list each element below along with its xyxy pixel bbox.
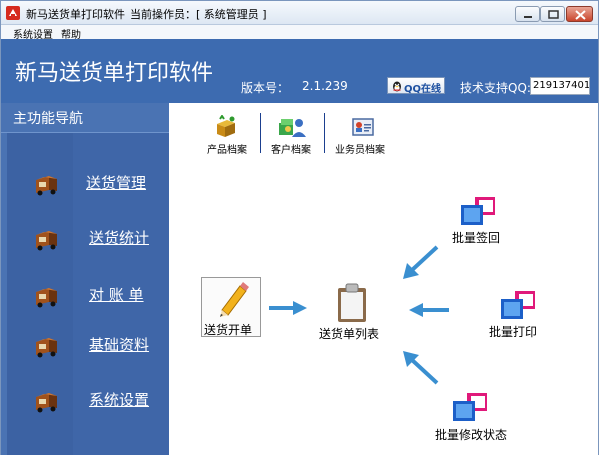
- nav-item-statement[interactable]: 对 账 单: [7, 276, 169, 312]
- pencil-icon: [220, 282, 249, 317]
- qq-penguin-icon: [393, 81, 401, 92]
- delivery-truck-icon: [36, 338, 57, 358]
- toolbar-salesperson-archive[interactable]: 业务员档案: [335, 113, 389, 157]
- batch-status-button[interactable]: 批量修改状态: [433, 393, 513, 445]
- nav-label-delivery-management: 送货管理: [86, 174, 147, 192]
- minimize-icon: [524, 16, 532, 18]
- toolbar-product-archive[interactable]: 产品档案: [205, 113, 249, 157]
- toolbar-separator: [324, 113, 325, 153]
- current-operator: 当前操作员：[ 系统管理员 ]: [130, 8, 267, 21]
- screens-icon: [501, 291, 535, 319]
- product-archive-icon: [217, 115, 235, 137]
- delivery-list-label: 送货单列表: [319, 327, 380, 341]
- toolbar-label-customer-archive: 客户档案: [271, 145, 311, 156]
- window-title: 新马送货单打印软件: [26, 8, 125, 21]
- toolbar-label-salesperson-archive: 业务员档案: [335, 145, 385, 156]
- batch-sign-label: 批量签回: [452, 231, 501, 245]
- version-value: 2.1.239: [302, 79, 348, 93]
- maximize-button[interactable]: [540, 6, 565, 22]
- sidebar-title: 主功能导航: [1, 103, 169, 133]
- screens-icon: [461, 197, 495, 225]
- batch-print-button[interactable]: 批量打印: [489, 291, 545, 341]
- batch-sign-button[interactable]: 批量签回: [452, 197, 508, 247]
- qq-online-label: QQ在线: [404, 84, 442, 95]
- title-bar[interactable]: 新马送货单打印软件 当前操作员：[ 系统管理员 ]: [1, 1, 598, 25]
- nav-item-delivery-management[interactable]: 送货管理: [7, 164, 169, 200]
- app-logo-icon: [6, 6, 20, 20]
- app-heading: 新马送货单打印软件: [15, 61, 214, 86]
- arrow-left-icon: [409, 303, 449, 317]
- create-delivery-label: 送货开单: [204, 323, 253, 337]
- maximize-icon: [548, 10, 559, 19]
- header-banner: 新马送货单打印软件 版本号： 2.1.239 QQ在线 技术支持QQ: 2191…: [1, 39, 598, 103]
- support-qq-label: 技术支持QQ:: [460, 81, 531, 95]
- customer-archive-icon: [279, 119, 306, 137]
- app-window: 新马送货单打印软件 当前操作员：[ 系统管理员 ] 系统设置 帮助 新马送货单打…: [0, 0, 599, 455]
- arrow-down-left-icon: [403, 245, 439, 279]
- sidebar-title-text: 主功能导航: [13, 111, 83, 127]
- minimize-button[interactable]: [515, 6, 540, 22]
- sidebar-panel: 送货管理 送货统计 对 账 单 基础资料 系统设置: [7, 133, 169, 455]
- nav-label-statement: 对 账 单: [89, 286, 144, 304]
- nav-item-basic-data[interactable]: 基础资料: [7, 326, 169, 362]
- screens-icon: [453, 393, 487, 421]
- close-button[interactable]: [566, 6, 593, 22]
- nav-label-basic-data: 基础资料: [89, 336, 150, 354]
- main-navigation-sidebar: 主功能导航 送货管理 送货统计 对 账 单 基础资料 系统设置: [1, 103, 169, 455]
- delivery-truck-icon: [36, 393, 57, 413]
- nav-label-delivery-statistics: 送货统计: [89, 229, 150, 247]
- delivery-truck-icon: [36, 231, 57, 251]
- version-label: 版本号：: [241, 81, 290, 95]
- menu-bar: 系统设置 帮助: [1, 25, 598, 41]
- delivery-list-button[interactable]: 送货单列表: [317, 283, 387, 343]
- nav-label-system-settings: 系统设置: [89, 391, 150, 409]
- batch-status-label: 批量修改状态: [435, 428, 508, 442]
- arrow-right-icon: [269, 301, 307, 315]
- toolbar-customer-archive[interactable]: 客户档案: [269, 113, 315, 157]
- main-workspace: 产品档案 客户档案 业务员档案 送货开单 送货单列表 批量签回 批量打印 批量修…: [169, 103, 598, 455]
- create-delivery-button[interactable]: 送货开单: [201, 277, 261, 337]
- arrow-up-left-icon: [403, 351, 439, 385]
- toolbar-separator: [260, 113, 261, 153]
- toolbar-label-product-archive: 产品档案: [207, 145, 247, 156]
- batch-print-label: 批量打印: [489, 325, 538, 339]
- salesperson-archive-icon: [352, 118, 374, 136]
- support-qq-field[interactable]: 2191374018: [530, 77, 590, 95]
- delivery-truck-icon: [36, 288, 57, 308]
- qq-online-button[interactable]: QQ在线: [387, 77, 445, 95]
- close-icon: [575, 10, 586, 20]
- delivery-truck-icon: [36, 176, 57, 196]
- nav-item-system-settings[interactable]: 系统设置: [7, 381, 169, 417]
- nav-item-delivery-statistics[interactable]: 送货统计: [7, 219, 169, 255]
- clipboard-icon: [338, 283, 366, 322]
